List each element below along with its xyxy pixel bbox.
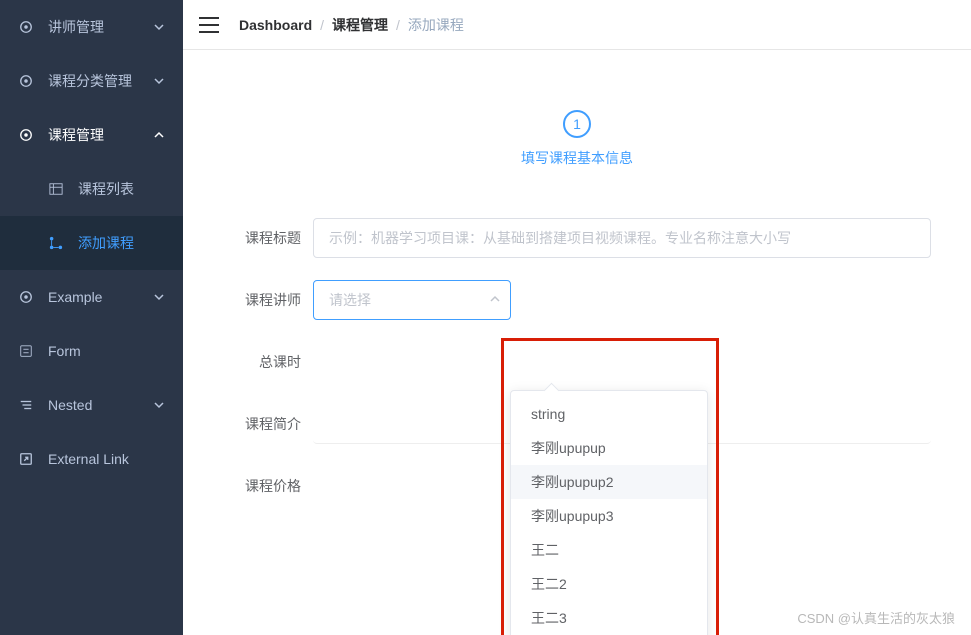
page-content: 1 填写课程基本信息 课程标题 课程讲师 总课时: [183, 50, 971, 635]
nested-icon: [18, 397, 34, 413]
teacher-dropdown: string 李刚upupup 李刚upupup2 李刚upupup3 王二 王…: [510, 390, 708, 635]
dropdown-option[interactable]: 李刚upupup3: [511, 499, 707, 533]
breadcrumb-item[interactable]: 课程管理: [332, 15, 388, 35]
gear-icon: [18, 19, 34, 35]
sidebar-item-label: Form: [48, 343, 165, 359]
tree-icon: [48, 235, 64, 251]
form-row-hours: 总课时: [223, 342, 931, 382]
sidebar-item-label: 课程分类管理: [48, 71, 153, 91]
sidebar-item-label: 讲师管理: [48, 17, 153, 37]
gear-icon: [18, 127, 34, 143]
chevron-down-icon: [153, 129, 165, 141]
form-label: 课程简介: [223, 414, 313, 434]
course-hours-input[interactable]: [313, 342, 931, 382]
sidebar-item-label: Example: [48, 289, 153, 305]
sidebar-item-label: 课程管理: [48, 125, 153, 145]
sidebar-item-category-mgmt[interactable]: 课程分类管理: [0, 54, 183, 108]
dropdown-option[interactable]: 王二: [511, 533, 707, 567]
course-title-input[interactable]: [313, 218, 931, 258]
breadcrumb-separator: /: [396, 17, 400, 33]
link-icon: [18, 451, 34, 467]
chevron-down-icon: [153, 75, 165, 87]
dropdown-option[interactable]: string: [511, 397, 707, 431]
sidebar-item-form[interactable]: Form: [0, 324, 183, 378]
form-label: 课程讲师: [223, 290, 313, 310]
chevron-down-icon: [153, 291, 165, 303]
sidebar-item-label: Nested: [48, 397, 153, 413]
form-row-teacher: 课程讲师: [223, 280, 931, 320]
breadcrumb-item[interactable]: Dashboard: [239, 17, 312, 33]
form-label: 课程价格: [223, 476, 313, 496]
steps: 1 填写课程基本信息: [213, 110, 941, 168]
chevron-down-icon: [153, 399, 165, 411]
step-item: 1 填写课程基本信息: [521, 110, 633, 168]
sidebar-item-teacher-mgmt[interactable]: 讲师管理: [0, 0, 183, 54]
dropdown-option[interactable]: 李刚upupup: [511, 431, 707, 465]
dropdown-option[interactable]: 李刚upupup2: [511, 465, 707, 499]
sidebar-item-label: 添加课程: [78, 233, 165, 253]
form-label: 总课时: [223, 352, 313, 372]
sidebar-item-label: External Link: [48, 451, 165, 467]
sidebar-item-label: 课程列表: [78, 179, 165, 199]
main-content: Dashboard / 课程管理 / 添加课程 1 填写课程基本信息 课程标题: [183, 0, 971, 635]
gear-icon: [18, 289, 34, 305]
sidebar-item-nested[interactable]: Nested: [0, 378, 183, 432]
form-row-title: 课程标题: [223, 218, 931, 258]
sidebar-item-course-mgmt[interactable]: 课程管理: [0, 108, 183, 162]
watermark: CSDN @认真生活的灰太狼: [797, 608, 955, 627]
form-label: 课程标题: [223, 228, 313, 248]
hamburger-icon[interactable]: [199, 15, 219, 35]
dropdown-option[interactable]: 王二2: [511, 567, 707, 601]
sidebar-item-course-list[interactable]: 课程列表: [0, 162, 183, 216]
breadcrumb-item-current: 添加课程: [408, 15, 464, 35]
step-number: 1: [563, 110, 591, 138]
form-icon: [18, 343, 34, 359]
chevron-down-icon: [153, 21, 165, 33]
sidebar-item-add-course[interactable]: 添加课程: [0, 216, 183, 270]
step-title: 填写课程基本信息: [521, 148, 633, 168]
header: Dashboard / 课程管理 / 添加课程: [183, 0, 971, 50]
gear-icon: [18, 73, 34, 89]
breadcrumb-separator: /: [320, 17, 324, 33]
table-icon: [48, 181, 64, 197]
sidebar: 讲师管理 课程分类管理 课程管理 课程列表 添加课程 Example: [0, 0, 183, 635]
sidebar-item-external-link[interactable]: External Link: [0, 432, 183, 486]
course-teacher-select[interactable]: [313, 280, 511, 320]
dropdown-option[interactable]: 王二3: [511, 601, 707, 635]
breadcrumb: Dashboard / 课程管理 / 添加课程: [239, 15, 464, 35]
sidebar-item-example[interactable]: Example: [0, 270, 183, 324]
